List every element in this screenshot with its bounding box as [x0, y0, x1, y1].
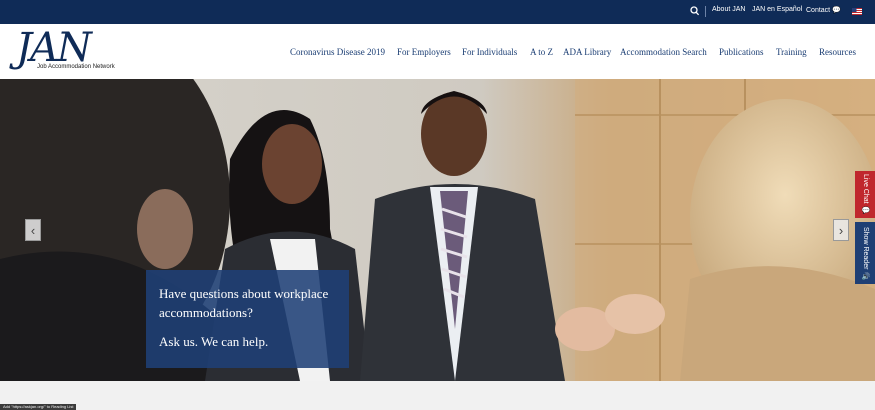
jan-espanol-link[interactable]: JAN en Español	[752, 6, 802, 13]
live-chat-tab[interactable]: Live Chat 💬	[855, 171, 875, 218]
jan-logo[interactable]: JAN	[16, 28, 92, 68]
search-icon[interactable]	[690, 5, 700, 17]
nav-a-to-z[interactable]: A to Z	[530, 47, 553, 57]
nav-publications[interactable]: Publications	[719, 47, 764, 57]
nav-training[interactable]: Training	[776, 47, 807, 57]
nav-for-employers[interactable]: For Employers	[397, 47, 451, 57]
prev-slide-button[interactable]: ‹	[25, 219, 41, 241]
nav-resources[interactable]: Resources	[819, 47, 856, 57]
nav-for-individuals[interactable]: For Individuals	[462, 47, 517, 57]
page-body-area	[0, 381, 875, 410]
hero-slider: ‹ › Have questions about workplace accom…	[0, 79, 875, 381]
show-reader-tab[interactable]: Show Reader 🔊	[855, 222, 875, 284]
top-utility-bar: About JAN JAN en Español Contact 💬	[0, 0, 875, 24]
nav-accommodation-search[interactable]: Accommodation Search	[620, 47, 707, 57]
browser-status-bar: Add "https://askjan.org/" to Reading Lis…	[0, 404, 77, 410]
hero-caption: Have questions about workplace accommoda…	[146, 270, 349, 368]
next-slide-button[interactable]: ›	[833, 219, 849, 241]
contact-link[interactable]: Contact 💬	[806, 6, 841, 14]
caption-question: Have questions about workplace accommoda…	[159, 286, 329, 320]
logo-subtitle: Job Accommodation Network	[37, 64, 115, 70]
about-jan-link[interactable]: About JAN	[712, 6, 745, 13]
us-flag-icon[interactable]	[852, 8, 862, 15]
caption-answer: Ask us. We can help.	[159, 334, 269, 349]
hero-photo	[0, 79, 875, 381]
divider	[705, 6, 706, 17]
nav-coronavirus[interactable]: Coronavirus Disease 2019	[290, 47, 385, 57]
site-header: JAN Job Accommodation Network Coronaviru…	[0, 24, 875, 79]
chevron-right-icon: ›	[838, 222, 844, 238]
nav-ada-library[interactable]: ADA Library	[563, 47, 611, 57]
chevron-left-icon: ‹	[30, 222, 36, 238]
